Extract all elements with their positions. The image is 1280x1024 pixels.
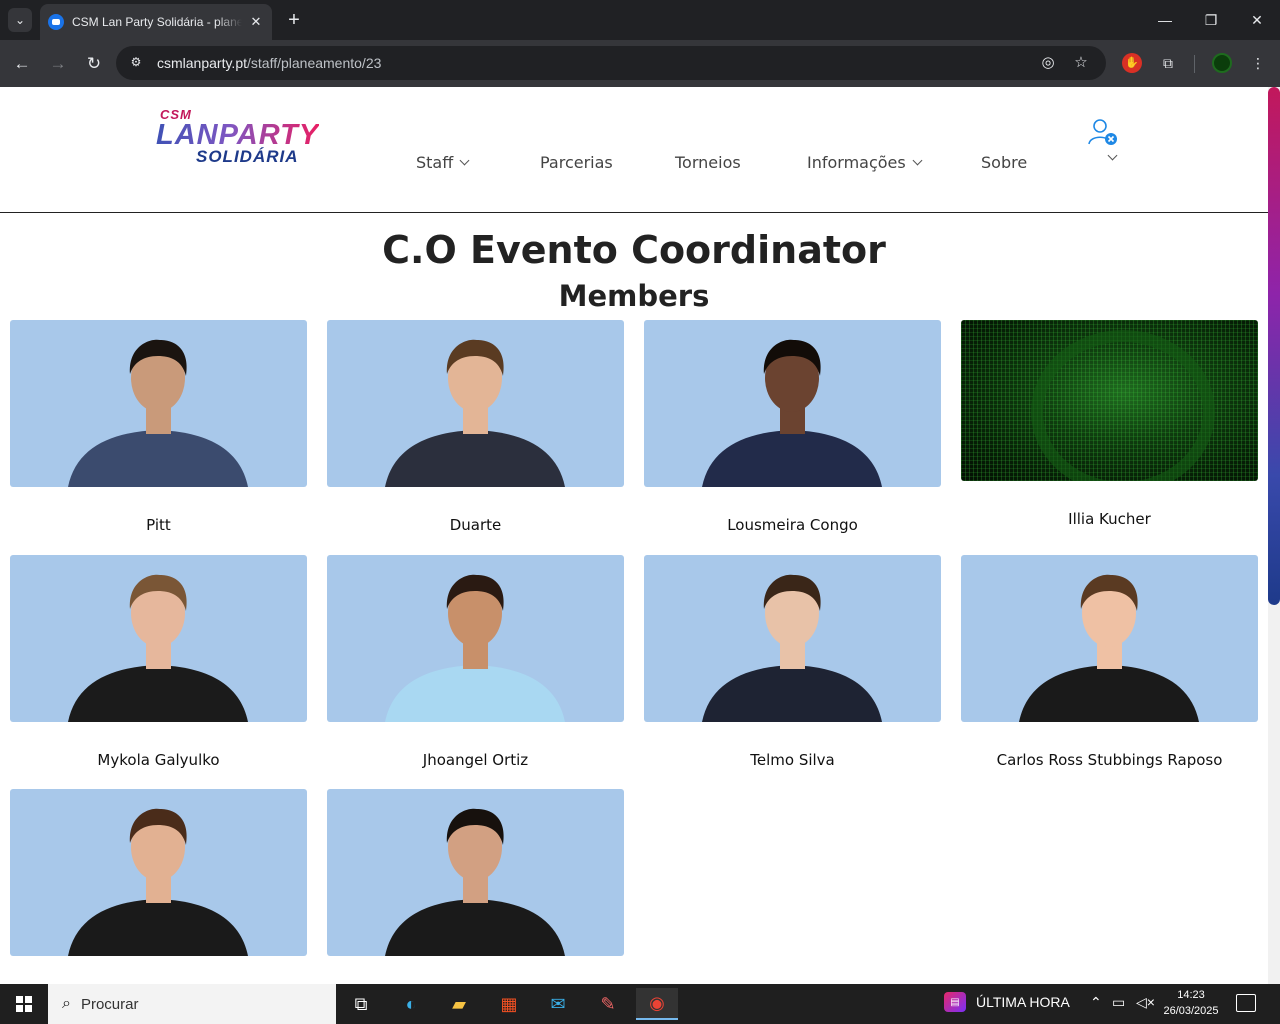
mail-icon[interactable]: ✉ — [537, 988, 579, 1020]
nav-informacoes[interactable]: Informações — [807, 153, 923, 172]
nav-staff-label: Staff — [416, 153, 454, 172]
member-photo — [10, 320, 307, 487]
chrome-taskbar-icon[interactable]: ◉ — [636, 988, 678, 1020]
taskbar-search-placeholder: Procurar — [80, 995, 139, 1013]
windows-logo-icon — [16, 996, 32, 1012]
member-name: Telmo Silva — [750, 751, 835, 769]
member-name: Mykola Galyulko — [97, 751, 220, 769]
tracking-protection-eye-icon[interactable]: ◎ — [1038, 53, 1058, 73]
member-card[interactable]: Pitt — [10, 320, 307, 534]
tab-title: CSM Lan Party Solidária - planeamento — [72, 15, 242, 29]
volume-muted-icon[interactable]: ◁× — [1136, 994, 1155, 1011]
member-name: Jhoangel Ortiz — [422, 751, 529, 769]
member-photo — [961, 320, 1258, 481]
reload-button[interactable]: ↻ — [80, 50, 108, 78]
nav-torneios[interactable]: Torneios — [675, 153, 741, 172]
member-card[interactable] — [327, 789, 624, 984]
file-explorer-icon[interactable]: ▰ — [438, 988, 480, 1020]
browser-toolbar: ← → ↻ ⚙ csmlanparty.pt/staff/planeamento… — [0, 40, 1280, 87]
browser-menu-icon[interactable]: ⋮ — [1248, 53, 1268, 73]
nav-parcerias[interactable]: Parcerias — [540, 153, 613, 172]
member-photo — [961, 555, 1258, 722]
member-card[interactable]: Telmo Silva — [644, 555, 941, 769]
member-photo — [327, 320, 624, 487]
back-button[interactable]: ← — [8, 50, 36, 78]
address-bar[interactable]: ⚙ csmlanparty.pt/staff/planeamento/23 ◎ … — [116, 46, 1106, 80]
nav-staff[interactable]: Staff — [416, 153, 470, 172]
news-widget[interactable]: ▤ ÚLTIMA HORA — [944, 992, 1070, 1012]
member-photo — [644, 555, 941, 722]
user-account-icon[interactable] — [1087, 116, 1119, 148]
url-domain: csmlanparty.pt — [157, 55, 247, 71]
member-photo — [10, 555, 307, 722]
site-logo[interactable]: CSM LANPARTY SOLIDÁRIA — [156, 107, 341, 167]
microsoft-store-icon[interactable]: ▦ — [488, 988, 530, 1020]
member-name: Duarte — [449, 516, 502, 534]
clock-time: 14:23 — [1177, 989, 1205, 1001]
adblock-extension-icon[interactable]: ✋ — [1122, 53, 1142, 73]
site-info-icon[interactable]: ⚙ — [128, 55, 144, 71]
browser-tab-bar: ⌄ CSM Lan Party Solidária - planeamento … — [0, 0, 1280, 40]
nav-parcerias-label: Parcerias — [540, 153, 613, 172]
url-text[interactable]: csmlanparty.pt/staff/planeamento/23 — [157, 55, 381, 71]
news-icon: ▤ — [944, 992, 966, 1012]
search-icon: ⌕ — [62, 995, 71, 1012]
nav-informacoes-label: Informações — [807, 153, 906, 172]
nav-sobre-label: Sobre — [981, 153, 1028, 172]
forward-button[interactable]: → — [44, 50, 72, 78]
page-title: C.O Evento Coordinator — [382, 228, 886, 272]
toolbar-divider — [1194, 55, 1195, 73]
extensions-puzzle-icon[interactable]: ⧉ — [1158, 53, 1178, 73]
notifications-icon[interactable] — [1236, 994, 1256, 1012]
header-divider — [0, 212, 1268, 213]
chevron-down-icon — [912, 155, 923, 165]
member-card[interactable] — [10, 789, 307, 984]
site-favicon-icon — [48, 14, 64, 30]
news-label: ÚLTIMA HORA — [976, 994, 1070, 1010]
page-scrollbar[interactable] — [1268, 87, 1280, 984]
system-clock[interactable]: 14:23 26/03/2025 — [1160, 987, 1222, 1019]
user-menu-chevron-down-icon[interactable] — [1107, 150, 1118, 161]
member-photo — [644, 320, 941, 487]
member-card[interactable]: Carlos Ross Stubbings Raposo — [961, 555, 1258, 769]
minimize-window-button[interactable]: — — [1142, 0, 1188, 40]
nav-torneios-label: Torneios — [675, 153, 741, 172]
start-button[interactable] — [0, 984, 48, 1024]
web-page: CSM LANPARTY SOLIDÁRIA Staff Parcerias T… — [0, 87, 1268, 984]
member-card[interactable]: Duarte — [327, 320, 624, 534]
member-name: Carlos Ross Stubbings Raposo — [996, 751, 1223, 769]
windows-taskbar: ⌕ Procurar ⧉ ◐ ▰ ▦ ✉ ✎ ◉ ▤ ÚLTIMA HORA ⌃… — [0, 984, 1280, 1024]
member-photo — [10, 789, 307, 956]
task-view-icon[interactable]: ⧉ — [340, 988, 382, 1020]
member-photo — [327, 789, 624, 956]
tray-chevron-up-icon[interactable]: ⌃ — [1090, 994, 1102, 1011]
active-tab[interactable]: CSM Lan Party Solidária - planeamento ✕ — [40, 4, 272, 40]
chevron-down-icon — [459, 155, 470, 165]
bookmark-star-icon[interactable]: ☆ — [1071, 53, 1091, 73]
members-heading: Members — [558, 279, 710, 313]
member-name: Illia Kucher — [1068, 510, 1151, 528]
member-card[interactable]: Mykola Galyulko — [10, 555, 307, 769]
member-photo — [327, 555, 624, 722]
close-tab-icon[interactable]: ✕ — [248, 14, 264, 30]
member-card[interactable]: Lousmeira Congo — [644, 320, 941, 534]
close-window-button[interactable]: ✕ — [1234, 0, 1280, 40]
network-icon[interactable]: ▭ — [1112, 994, 1125, 1011]
clock-date: 26/03/2025 — [1163, 1005, 1219, 1017]
restore-window-button[interactable]: ❐ — [1188, 0, 1234, 40]
url-path: /staff/planeamento/23 — [247, 55, 382, 71]
member-name: Lousmeira Congo — [727, 516, 858, 534]
tab-search-dropdown-icon[interactable]: ⌄ — [8, 8, 32, 32]
logo-solidaria-text: SOLIDÁRIA — [196, 147, 299, 166]
scrollbar-thumb[interactable] — [1268, 87, 1280, 605]
new-tab-button[interactable]: + — [282, 8, 306, 32]
nav-sobre[interactable]: Sobre — [981, 153, 1027, 172]
paint-icon[interactable]: ✎ — [587, 988, 629, 1020]
member-card[interactable]: Jhoangel Ortiz — [327, 555, 624, 769]
member-name: Pitt — [146, 516, 171, 534]
edge-browser-icon[interactable]: ◐ — [390, 988, 432, 1020]
taskbar-search-box[interactable]: ⌕ Procurar — [48, 984, 336, 1024]
profile-avatar[interactable] — [1212, 53, 1232, 73]
member-card[interactable]: Illia Kucher — [961, 320, 1258, 528]
